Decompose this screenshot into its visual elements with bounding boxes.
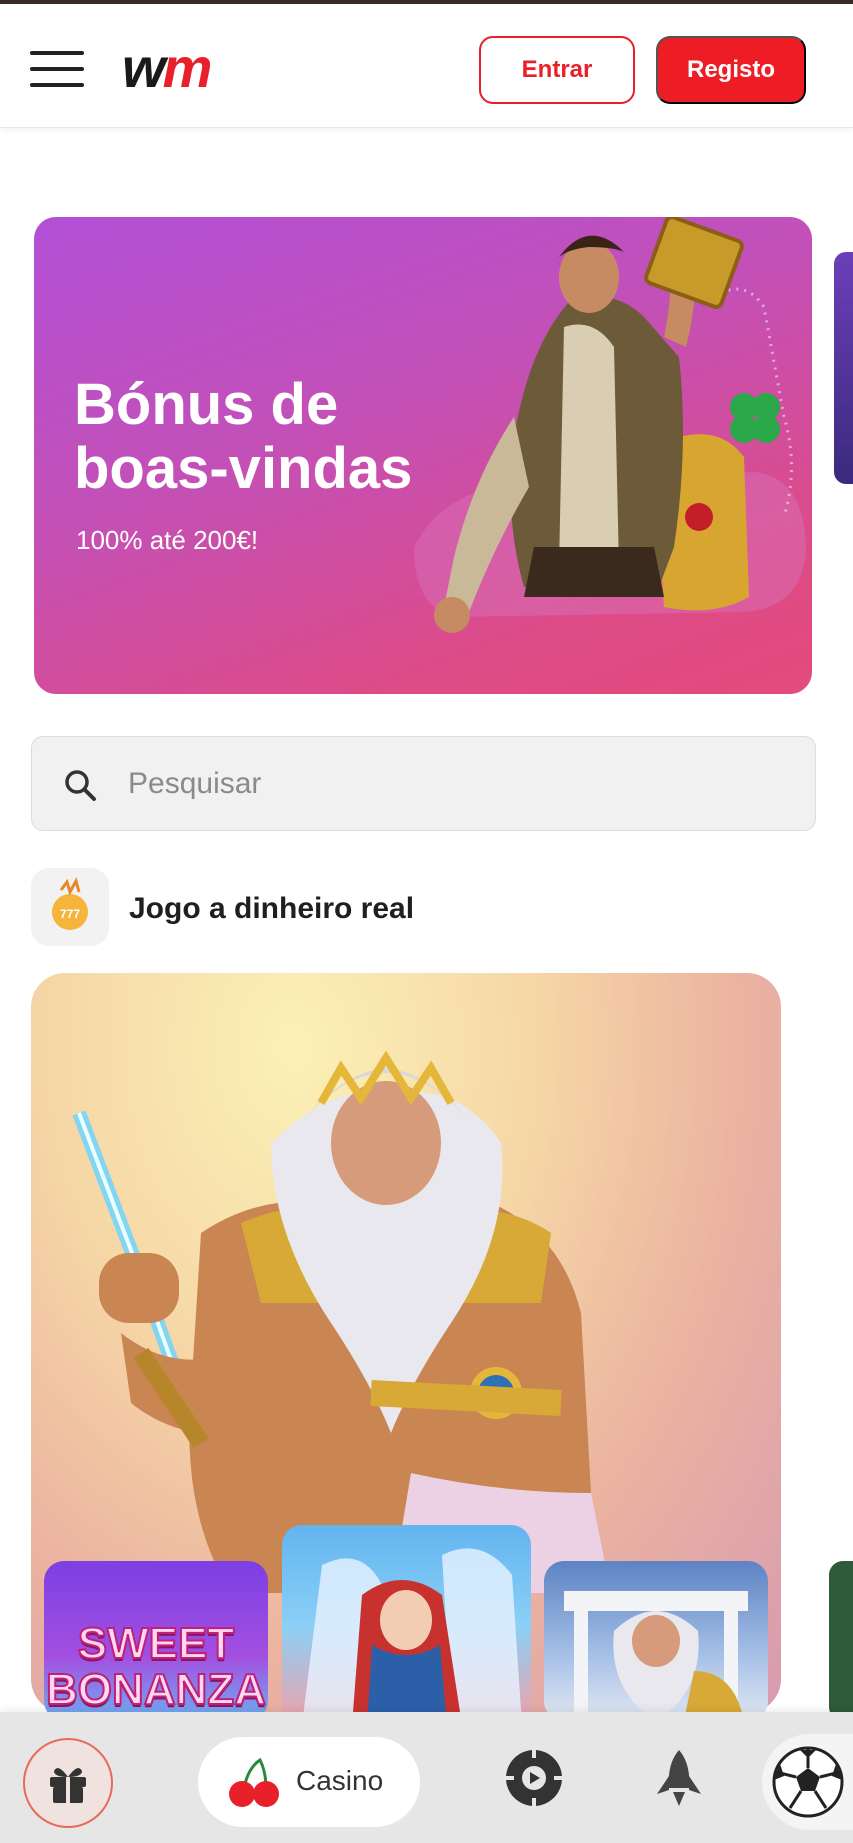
bottom-navigation: Casino	[0, 1712, 853, 1843]
soccer-ball-icon	[772, 1746, 844, 1818]
explorer-character-illustration	[414, 217, 806, 633]
live-casino-icon	[506, 1750, 562, 1806]
clover-icon	[730, 393, 780, 443]
casino-tab-label: Casino	[296, 1765, 384, 1796]
live-casino-tab[interactable]	[502, 1746, 566, 1810]
casino-tab[interactable]: Casino	[198, 1737, 420, 1827]
menu-icon[interactable]	[30, 49, 84, 89]
brand-logo[interactable]: wm	[122, 38, 212, 98]
game-thumbnail-princess[interactable]	[282, 1525, 531, 1725]
game-thumbnail-zeus[interactable]	[544, 1561, 768, 1721]
app-header: wm Entrar Registo	[0, 4, 853, 128]
gift-icon	[50, 1768, 86, 1803]
rocket-icon	[657, 1750, 701, 1806]
login-button[interactable]: Entrar	[479, 36, 635, 104]
real-money-section-header: 777 Jogo a dinheiro real	[31, 868, 631, 948]
slot-777-icon: 777	[31, 868, 109, 946]
section-title: Jogo a dinheiro real	[129, 892, 415, 925]
svg-text:777: 777	[60, 907, 80, 921]
banner-subtitle: 100% até 200€!	[76, 525, 259, 555]
sports-tab[interactable]	[762, 1734, 853, 1830]
search-icon	[65, 770, 96, 801]
game-thumbnail-title: SWEET BONANZA	[45, 1619, 267, 1714]
next-banner-peek[interactable]	[834, 252, 853, 484]
zeus-temple-illustration	[564, 1591, 748, 1721]
search-input[interactable]	[128, 755, 788, 813]
promotions-button[interactable]	[23, 1738, 113, 1828]
search-bar[interactable]	[31, 736, 816, 831]
welcome-bonus-banner[interactable]: Bónus de boas-vindas 100% até 200€!	[34, 217, 812, 694]
princess-character-illustration	[302, 1548, 522, 1725]
next-game-peek[interactable]	[829, 1561, 853, 1721]
crash-games-tab[interactable]	[647, 1746, 711, 1810]
game-thumbnail-sweet-bonanza[interactable]: SWEET BONANZA	[44, 1561, 268, 1721]
register-button[interactable]: Registo	[656, 36, 806, 104]
cherry-icon	[229, 1757, 279, 1807]
